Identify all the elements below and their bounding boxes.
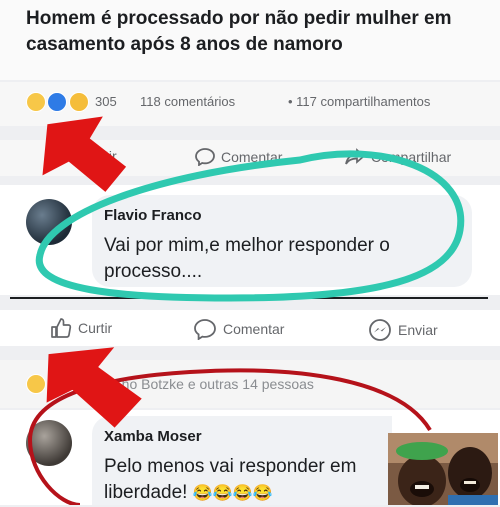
comment-author[interactable]: Flavio Franco [104, 207, 202, 224]
comment-button[interactable]: Comentar [193, 318, 284, 340]
comment-text-line: liberdade! 😂😂😂😂 [104, 480, 272, 507]
post-headline: Homem é processado por não pedir mulher … [26, 8, 452, 55]
reaction-photo-thumbnail [388, 433, 498, 505]
like-button-label: Curtir [78, 320, 113, 336]
laughing-emoji-icon: 😂😂😂😂 [192, 485, 273, 502]
comment-bubble: Flavio Franco Vai por mim,e melhor respo… [92, 195, 472, 287]
thumbs-up-icon [51, 318, 72, 338]
comment-bubble: Xamba Moser Pelo menos vai responder em … [92, 416, 392, 505]
like-button[interactable]: tir [105, 148, 117, 164]
comment-button-label: Comentar [223, 321, 285, 337]
messenger-icon [369, 319, 391, 341]
share-icon [345, 148, 365, 165]
reaction-summary-row: ...ho Botzke e outras 14 pessoas [0, 360, 500, 408]
comment-icon [195, 148, 215, 166]
comment-icon [194, 319, 216, 340]
shares-count[interactable]: • 117 compartilhamentos [288, 92, 430, 112]
comment-text-line: Pelo menos vai responder em [104, 456, 357, 477]
reaction-icons[interactable] [26, 92, 89, 112]
comment-text-line: processo.... [104, 261, 203, 282]
reaction-count[interactable]: 305 [95, 92, 117, 112]
comment-author[interactable]: Xamba Moser [104, 428, 202, 445]
like-reaction-icon [47, 92, 68, 112]
avatar[interactable] [26, 420, 72, 466]
comment-button-label: Comentar [221, 149, 283, 165]
post-action-bar: tir Comentar Compartilhar [0, 140, 500, 176]
comment-text-fragment: liberdade! [104, 482, 188, 503]
send-button[interactable]: Enviar [368, 318, 438, 342]
comment-button[interactable]: Comentar [195, 148, 282, 166]
comment-text-line: Vai por mim,e melhor responder o [104, 235, 390, 256]
post-action-bar: Curtir Comentar Enviar [0, 310, 500, 346]
share-button-label: Compartilhar [371, 149, 452, 165]
reaction-summary-text[interactable]: ...ho Botzke e outras 14 pessoas [110, 376, 314, 392]
send-button-label: Enviar [398, 322, 438, 338]
divider [10, 297, 488, 299]
comments-count[interactable]: 118 comentários [140, 92, 235, 112]
haha-reaction-icon [26, 374, 46, 394]
comment-flavio: Flavio Franco Vai por mim,e melhor respo… [0, 185, 500, 295]
wow-reaction-icon [68, 92, 89, 112]
avatar[interactable] [26, 199, 72, 245]
share-button[interactable]: Compartilhar [345, 148, 451, 166]
like-button-label: tir [105, 148, 117, 164]
laughing-people-image [388, 433, 498, 505]
haha-reaction-icon [26, 92, 46, 112]
like-button[interactable]: Curtir [50, 318, 112, 338]
